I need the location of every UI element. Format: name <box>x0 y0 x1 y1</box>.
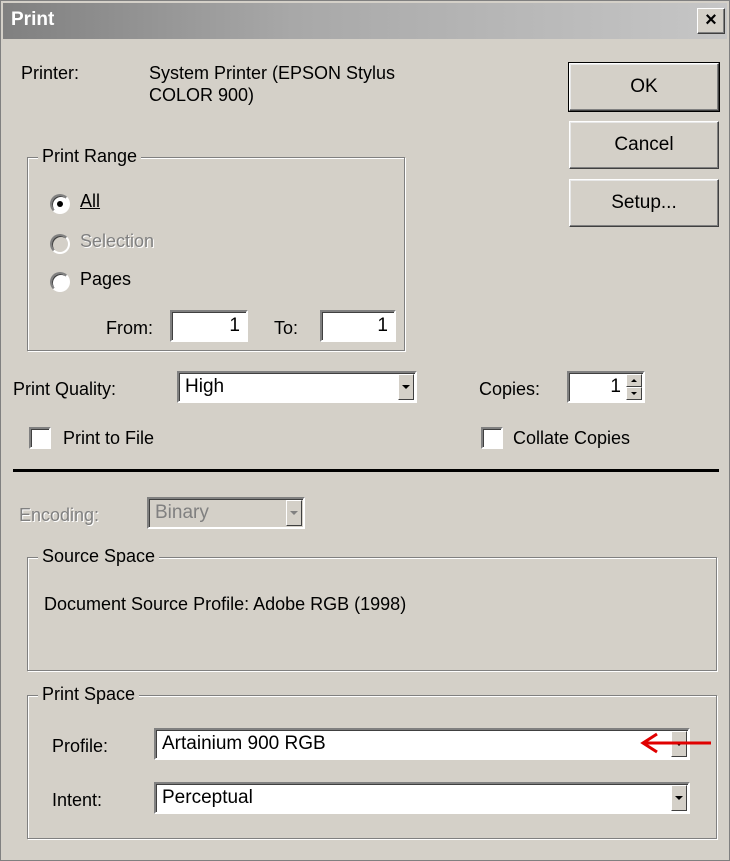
print-quality-value: High <box>185 376 225 397</box>
close-button[interactable]: × <box>697 8 725 34</box>
print-dialog: Print × Printer: System Printer (EPSON S… <box>0 0 730 861</box>
separator-line <box>13 469 719 472</box>
printer-name-line1: System Printer (EPSON Stylus <box>149 63 396 83</box>
printer-name-line2: COLOR 900) <box>149 85 255 105</box>
encoding-select: Binary <box>147 497 305 529</box>
print-quality-select[interactable]: High <box>177 371 417 403</box>
radio-pages[interactable] <box>50 272 70 292</box>
to-label: To: <box>274 318 299 338</box>
spin-up-icon[interactable] <box>626 374 642 387</box>
print-space-group: Print Space Profile: Artainium 900 RGB I… <box>27 684 717 839</box>
intent-value: Perceptual <box>162 787 253 808</box>
red-arrow-annotation <box>640 732 711 754</box>
chevron-down-icon[interactable] <box>671 785 687 811</box>
collate-checkbox[interactable] <box>481 427 503 449</box>
print-range-title: Print Range <box>38 146 142 167</box>
print-space-title: Print Space <box>38 684 140 705</box>
profile-value: Artainium 900 RGB <box>162 733 326 754</box>
chevron-down-icon[interactable] <box>398 374 414 400</box>
source-space-group: Source Space Document Source Profile: Ad… <box>27 546 717 671</box>
print-to-file-label: Print to File <box>63 428 155 448</box>
copies-label: Copies: <box>479 379 541 399</box>
to-field[interactable]: 1 <box>320 310 396 342</box>
collate-label: Collate Copies <box>513 428 631 448</box>
intent-select[interactable]: Perceptual <box>154 782 690 814</box>
radio-all[interactable] <box>50 194 70 214</box>
print-range-group: Print Range All Selection Pages From: 1 … <box>27 146 405 351</box>
encoding-label: Encoding: <box>19 505 100 525</box>
setup-button-label: Setup... <box>611 192 677 213</box>
source-space-title: Source Space <box>38 546 160 567</box>
ok-button[interactable]: OK <box>568 62 720 112</box>
copies-field[interactable]: 1 <box>567 371 645 403</box>
radio-selection-label: Selection <box>80 231 155 251</box>
copies-value: 1 <box>610 376 621 397</box>
cancel-button-label: Cancel <box>614 134 674 155</box>
spin-down-icon[interactable] <box>626 387 642 400</box>
radio-selection <box>50 234 70 254</box>
print-quality-label: Print Quality: <box>13 379 117 399</box>
radio-selected-dot <box>57 201 63 207</box>
profile-select[interactable]: Artainium 900 RGB <box>154 728 690 760</box>
radio-all-label: All <box>80 191 101 211</box>
chevron-down-icon <box>286 500 302 526</box>
window-title: Print <box>11 9 55 30</box>
printer-label: Printer: <box>21 63 80 83</box>
print-to-file-checkbox[interactable] <box>29 427 51 449</box>
setup-button[interactable]: Setup... <box>569 179 719 227</box>
encoding-value: Binary <box>155 502 209 523</box>
radio-pages-label: Pages <box>80 269 132 289</box>
cancel-button[interactable]: Cancel <box>569 121 719 169</box>
from-field[interactable]: 1 <box>170 310 248 342</box>
from-label: From: <box>106 318 153 338</box>
title-bar[interactable]: Print × <box>3 3 727 39</box>
source-profile-text: Document Source Profile: Adobe RGB (1998… <box>44 594 407 614</box>
intent-label: Intent: <box>52 790 103 810</box>
profile-label: Profile: <box>52 736 109 756</box>
